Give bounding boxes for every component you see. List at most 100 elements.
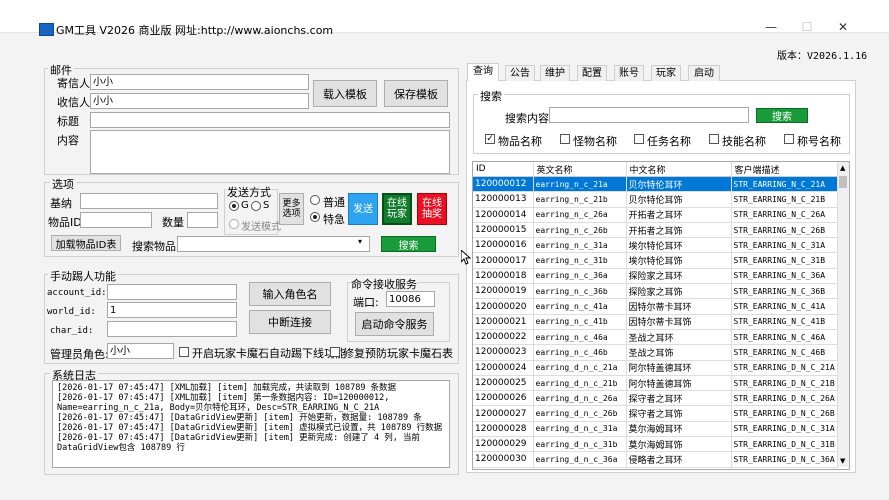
maximize-button[interactable]: ☐ (792, 20, 822, 40)
search-content-label: 搜索内容 (505, 112, 549, 125)
table-cell: 120000025 (473, 375, 534, 392)
account-id-input[interactable] (107, 284, 237, 300)
online-draw-tile-button[interactable]: 在线抽奖 (417, 193, 447, 225)
admin-role-input[interactable]: 小小 (107, 343, 174, 359)
table-row[interactable]: 120000028 earring_d_n_c_31a 莫尔海姆耳环 STR_EARR… (473, 421, 838, 438)
mail-title-input[interactable] (90, 112, 450, 128)
tab-player[interactable]: 玩家 (651, 65, 681, 81)
table-cell: 贝尔特伦耳饰 (626, 191, 732, 208)
table-row[interactable]: 120000018 earring_n_c_36a 探险家之耳环 STR_EARRIN… (473, 268, 838, 285)
table-cell: 因特尔蒂卡耳饰 (626, 314, 732, 330)
express-radio[interactable] (310, 212, 320, 222)
world-id-label: world_id: (47, 307, 96, 317)
receiver-input[interactable]: 小小 (90, 93, 309, 109)
tab-announcement[interactable]: 公告 (505, 65, 535, 81)
table-cell: earring_n_c_36a (533, 268, 627, 285)
table-row[interactable]: 120000016 earring_n_c_31a 埃尔特伦耳环 STR_EARRIN… (473, 237, 838, 254)
send-mode-radio[interactable] (229, 219, 239, 229)
table-cell: 120000014 (473, 207, 534, 223)
table-row[interactable]: 120000019 earring_n_c_36b 探险家之耳饰 STR_EARRIN… (473, 283, 838, 300)
port-label: 端口: (353, 296, 379, 309)
minimize-button[interactable]: — (756, 20, 786, 40)
search-content-input[interactable] (549, 107, 749, 123)
options-group-label: 选项 (50, 176, 76, 192)
table-row[interactable]: 120000024 earring_d_n_c_21a 阿尔特盖德耳环 STR_EAR… (473, 360, 838, 376)
send-tile-button[interactable]: 发送 (348, 193, 378, 225)
item-id-input[interactable] (80, 212, 152, 228)
table-cell: 120000013 (473, 191, 534, 208)
input-role-name-button[interactable]: 输入角色名 (249, 282, 331, 306)
more-options-button[interactable]: 更多选项 (279, 193, 304, 225)
close-button[interactable]: ✕ (828, 20, 858, 40)
table-cell: STR_EARRING_N_C_41B (731, 314, 838, 330)
tab-startup[interactable]: 启动 (688, 65, 720, 81)
mode-s-radio[interactable] (251, 201, 261, 211)
quest-name-checkbox[interactable] (634, 134, 644, 144)
table-row[interactable]: 120000020 earring_n_c_41a 因特尔蒂卡耳环 STR_EARRI… (473, 298, 838, 315)
scroll-up-icon[interactable]: ▲ (840, 164, 845, 172)
system-log-textarea[interactable]: [2026-01-17 07:45:47] [XML加载] [item] 加载完… (52, 380, 450, 468)
monster-name-checkbox[interactable] (560, 134, 570, 144)
table-row[interactable]: 120000017 earring_n_c_31b 埃尔特伦耳饰 STR_EARRIN… (473, 252, 838, 269)
table-row[interactable]: 120000030 earring_d_n_c_36a 侵略者之耳环 STR_EARR… (473, 451, 838, 468)
kinah-label: 基纳 (50, 197, 72, 210)
normal-radio[interactable] (310, 195, 320, 205)
load-item-ids-button[interactable]: 加载物品ID表 (51, 235, 121, 251)
char-id-input[interactable] (107, 321, 237, 337)
table-row[interactable]: 120000014 earring_n_c_26a 开拓者之耳环 STR_EARRIN… (473, 207, 838, 223)
auto-kick-checkbox[interactable] (179, 347, 189, 357)
skill-name-checkbox[interactable] (709, 134, 719, 144)
column-header[interactable]: ID (473, 162, 534, 177)
table-cell: STR_EARRING_D_N_C_26B (731, 405, 838, 422)
table-cell: STR_EARRING_D_N_C_21A (731, 360, 838, 376)
table-row[interactable]: 120000027 earring_d_n_c_26b 探守者之耳饰 STR_EARR… (473, 405, 838, 422)
column-header[interactable]: 中文名称 (626, 162, 732, 177)
tab-account[interactable]: 账号 (614, 65, 644, 81)
table-row[interactable]: 120000015 earring_n_c_26b 开拓者之耳饰 STR_EARRIN… (473, 222, 838, 239)
port-input[interactable]: 10086 (386, 291, 435, 307)
search-items-button[interactable]: 搜索 (381, 236, 436, 252)
table-cell: earring_n_c_21a (533, 176, 627, 193)
table-row[interactable]: 120000029 earring_d_n_c_31b 莫尔海姆耳饰 STR_EARR… (473, 436, 838, 453)
mode-g-radio[interactable] (229, 201, 239, 211)
table-row[interactable]: 120000013 earring_n_c_21b 贝尔特伦耳饰 STR_EARRIN… (473, 191, 838, 208)
online-player-tile-button[interactable]: 在线玩家 (382, 193, 412, 225)
table-row[interactable]: 120000025 earring_d_n_c_21b 阿尔特盖德耳饰 STR_EAR… (473, 375, 838, 392)
table-row[interactable]: 120000023 earring_n_c_46b 圣战之耳饰 STR_EARRING… (473, 344, 838, 361)
tab-maintenance[interactable]: 维护 (540, 65, 570, 81)
table-cell: STR_EARRING_N_C_41A (731, 298, 838, 315)
fix-stone-label: 修复预防玩家卡魔石表 (343, 347, 453, 360)
table-cell: STR_EARRING_D_N_C_31A (731, 421, 838, 438)
title-name-checkbox[interactable] (784, 134, 794, 144)
search-items-select[interactable] (177, 236, 370, 252)
kinah-input[interactable] (80, 193, 218, 209)
table-cell: earring_n_c_21b (533, 191, 627, 208)
items-data-grid[interactable]: ID 英文名称 中文名称 客户端描述 120000012 earring_n_c_… (472, 161, 850, 470)
start-command-service-button[interactable]: 启动命令服务 (355, 312, 434, 336)
table-cell: 阿尔特盖德耳饰 (626, 375, 732, 392)
column-header[interactable]: 客户端描述 (731, 162, 838, 177)
load-template-button[interactable]: 载入模板 (313, 80, 377, 107)
column-header[interactable]: 英文名称 (533, 162, 627, 177)
scroll-down-icon[interactable]: ▼ (840, 457, 845, 465)
sender-input[interactable]: 小小 (90, 74, 309, 90)
save-template-button[interactable]: 保存模板 (384, 80, 448, 107)
fix-stone-checkbox[interactable] (330, 347, 340, 357)
tab-query[interactable]: 查询 (467, 63, 499, 81)
table-cell: STR_EARRING_N_C_36A (731, 268, 838, 285)
interrupt-connection-button[interactable]: 中断连接 (249, 310, 331, 334)
table-row[interactable]: 120000012 earring_n_c_21a 贝尔特伦耳环 STR_EARRIN… (473, 176, 838, 193)
vertical-scrollbar[interactable]: ▲ ▼ (837, 162, 849, 467)
table-row[interactable]: 120000026 earring_d_n_c_26a 探守者之耳环 STR_EARR… (473, 390, 838, 407)
scroll-thumb[interactable] (839, 176, 847, 188)
mail-content-textarea[interactable] (90, 130, 450, 174)
table-cell: 120000028 (473, 421, 534, 438)
tab-config[interactable]: 配置 (577, 65, 607, 81)
table-row[interactable]: 120000021 earring_n_c_41b 因特尔蒂卡耳饰 STR_EARRI… (473, 314, 838, 330)
query-search-button[interactable]: 搜索 (756, 108, 808, 123)
world-id-input[interactable]: 1 (107, 302, 237, 318)
quantity-input[interactable] (187, 212, 218, 228)
item-name-checkbox[interactable]: ✓ (485, 134, 495, 144)
table-row[interactable]: 120000022 earring_n_c_46a 圣战之耳环 STR_EARRING… (473, 329, 838, 346)
mouse-cursor-icon (460, 248, 472, 268)
